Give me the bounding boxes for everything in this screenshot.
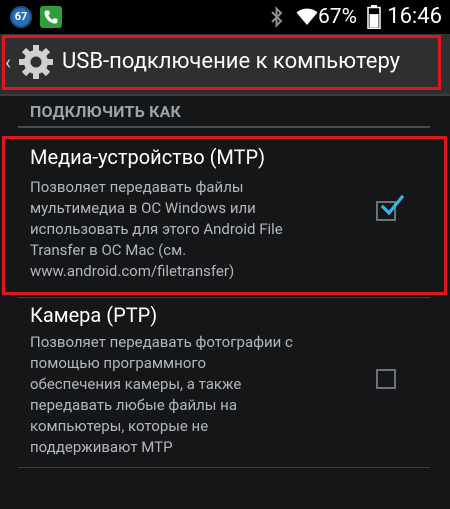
gear-icon[interactable]: [17, 43, 55, 85]
checkmark-icon: [380, 195, 404, 216]
battery-percent: 67%: [318, 5, 357, 29]
mtp-checkbox[interactable]: [376, 195, 404, 221]
option-mtp[interactable]: Медиа-устройство (MTP) Позволяет передав…: [0, 136, 450, 295]
option-summary: Позволяет передавать файлы мультимедиа в…: [30, 178, 283, 280]
usb-connection-screen: 67 67% 16:46 ‹ USB-подключение к компьют…: [0, 0, 450, 509]
wifi-icon: [296, 6, 318, 30]
battery-icon: [367, 5, 381, 33]
item-divider: [18, 467, 430, 468]
battery-level-fill: [369, 14, 379, 28]
option-title: Камера (PTP): [30, 303, 158, 327]
action-bar: ‹ USB-подключение к компьютеру: [0, 34, 450, 96]
page-title: USB-подключение к компьютеру: [62, 49, 401, 74]
notification-badge-icon: 67: [10, 6, 32, 28]
clock: 16:46: [387, 4, 442, 29]
option-summary: Позволяет передавать фотографии с помощь…: [30, 333, 293, 456]
chevron-left-icon[interactable]: ‹: [5, 50, 11, 74]
option-title: Медиа-устройство (MTP): [30, 145, 266, 169]
option-ptp[interactable]: Камера (PTP) Позволяет передавать фотогр…: [0, 298, 450, 468]
status-bar: 67 67% 16:46: [0, 0, 450, 34]
section-header: ПОДКЛЮЧИТЬ КАК: [30, 102, 182, 121]
section-divider: [18, 126, 430, 128]
phone-call-icon: [40, 6, 62, 28]
ptp-checkbox[interactable]: [376, 369, 396, 389]
bluetooth-icon: [270, 5, 284, 33]
